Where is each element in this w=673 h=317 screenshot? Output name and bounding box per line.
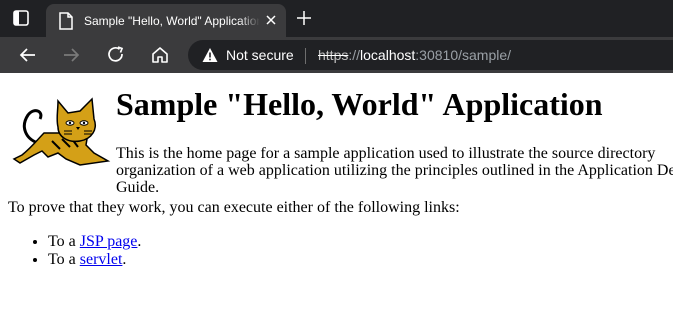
link-prefix: To a	[48, 233, 80, 250]
refresh-icon[interactable]	[106, 45, 126, 65]
link-suffix: .	[137, 233, 142, 250]
address-divider	[305, 48, 306, 64]
servlet-link[interactable]: servlet	[80, 251, 123, 268]
warning-icon[interactable]	[202, 47, 218, 63]
page-title: Sample "Hello, World" Application	[116, 86, 603, 122]
back-arrow-icon[interactable]	[18, 45, 38, 65]
tab-actions-icon[interactable]	[12, 9, 30, 27]
browser-toolbar: Not secure https://localhost:30810/sampl…	[0, 37, 673, 73]
address-bar[interactable]: Not secure https://localhost:30810/sampl…	[188, 40, 673, 70]
link-suffix: .	[122, 251, 127, 268]
forward-arrow-icon[interactable]	[61, 45, 81, 65]
list-item: To a servlet.	[48, 251, 141, 269]
plus-icon[interactable]	[295, 9, 313, 27]
list-item: To a JSP page.	[48, 233, 141, 251]
tab-active[interactable]: Sample "Hello, World" Application	[46, 4, 286, 37]
tomcat-logo	[8, 93, 112, 169]
url-scheme: https	[318, 47, 349, 63]
url-text[interactable]: https://localhost:30810/sample/	[318, 46, 511, 64]
browser-tab-strip: Sample "Hello, World" Application	[0, 0, 673, 37]
close-icon[interactable]	[264, 13, 278, 27]
url-separator: ://	[348, 47, 361, 63]
prove-paragraph: To prove that they work, you can execute…	[8, 199, 460, 216]
url-path: :30810/sample/	[415, 47, 512, 63]
page-content: Sample "Hello, World" Application This i…	[0, 73, 673, 317]
page-icon	[58, 12, 74, 30]
intro-paragraph: This is the home page for a sample appli…	[116, 145, 673, 196]
url-host: localhost	[360, 47, 416, 63]
security-status[interactable]: Not secure	[226, 46, 294, 64]
tab-title: Sample "Hello, World" Application	[84, 14, 260, 28]
home-icon[interactable]	[150, 45, 170, 65]
link-prefix: To a	[48, 251, 80, 268]
links-list: To a JSP page. To a servlet.	[8, 233, 141, 269]
jsp-page-link[interactable]: JSP page	[80, 233, 138, 250]
